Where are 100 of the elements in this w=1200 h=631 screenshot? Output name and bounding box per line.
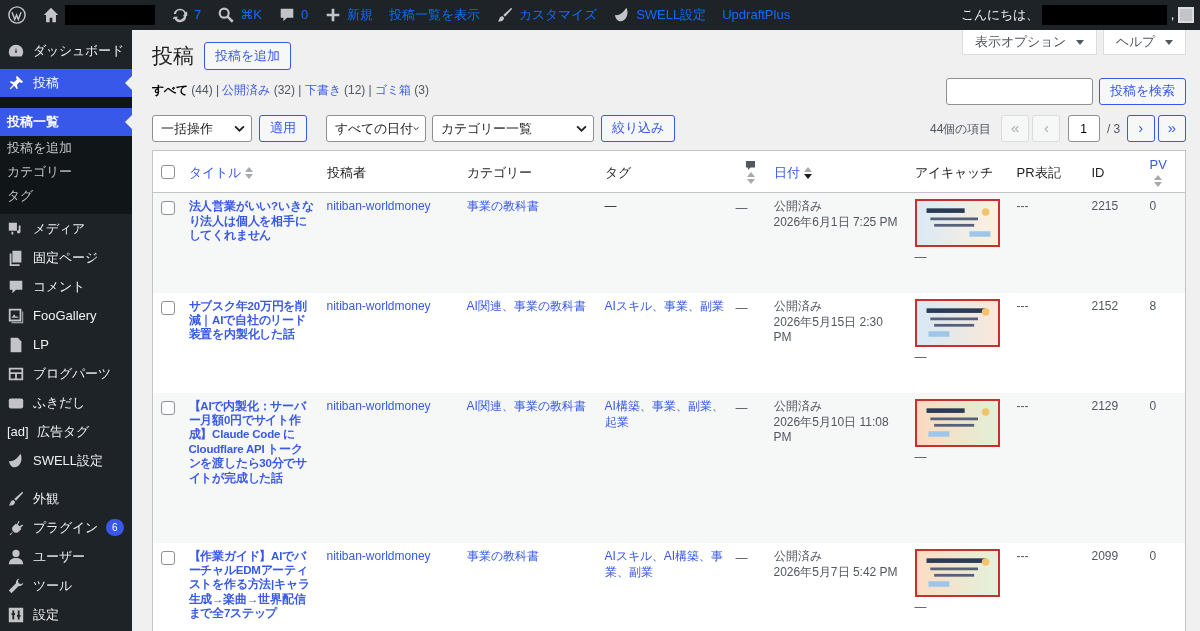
avatar[interactable] xyxy=(1177,7,1194,23)
menu-item[interactable]: ブログパーツ xyxy=(0,359,132,388)
filter-button[interactable]: 絞り込み xyxy=(600,115,675,142)
post-title-link[interactable]: サブスク年20万円を削減｜AIで自社のリード装置を内製化した話 xyxy=(188,298,315,342)
submenu-item[interactable]: 投稿一覧 xyxy=(0,108,132,136)
search-posts-button[interactable]: 投稿を検索 xyxy=(1099,78,1186,105)
category-link[interactable]: 事業の教科書 xyxy=(466,548,593,565)
author-link[interactable]: nitiban-worldmoney xyxy=(326,298,455,315)
status-filter-link[interactable]: 下書き (12) xyxy=(304,81,366,100)
column-header: タグ xyxy=(604,164,631,180)
toolbar-link[interactable]: 7 xyxy=(163,0,210,30)
table-cell-text: 0 xyxy=(1149,548,1158,565)
table-cell-text: — xyxy=(914,449,928,466)
toolbar-link[interactable]: 新規 xyxy=(316,0,382,30)
category-filter-select[interactable]: カテゴリー一覧 xyxy=(432,115,594,142)
column-header[interactable]: タイトル xyxy=(188,164,241,180)
total-pages: / 3 xyxy=(1106,120,1121,138)
count-badge: 6 xyxy=(106,519,124,536)
menu-item[interactable]: ダッシュボード xyxy=(0,36,132,65)
menu-item[interactable]: 設定 xyxy=(0,600,132,629)
help-tab[interactable]: ヘルプ xyxy=(1103,30,1186,55)
table-cell-text: --- xyxy=(1016,298,1030,315)
date-text: 2026年5月10日 11:08 PM xyxy=(773,414,890,447)
menu-item[interactable]: メディア xyxy=(0,214,132,243)
tag-link[interactable]: AIスキル、事業、副業 xyxy=(604,298,732,315)
table-cell-text: — xyxy=(604,199,618,215)
add-post-button[interactable]: 投稿を追加 xyxy=(203,42,291,70)
menu-item[interactable]: 投稿 xyxy=(0,69,132,97)
table-cell-text: --- xyxy=(1016,199,1030,215)
next-page-button[interactable]: › xyxy=(1126,115,1155,142)
row-checkbox[interactable] xyxy=(161,300,175,315)
menu-item[interactable]: ユーザー xyxy=(0,542,132,571)
table-cell-text: — xyxy=(914,599,928,616)
toolbar-link[interactable]: ⌘K xyxy=(209,0,270,30)
separator: | xyxy=(368,82,372,100)
table-cell-text: — xyxy=(914,349,928,366)
wrench-icon xyxy=(7,576,25,595)
author-link[interactable]: nitiban-worldmoney xyxy=(326,548,455,565)
brush-icon xyxy=(496,6,515,24)
table-cell-text: — xyxy=(735,400,749,417)
menu-item[interactable]: 外観 xyxy=(0,484,132,513)
menu-item[interactable]: プラグイン 6 xyxy=(0,513,132,542)
separator: | xyxy=(215,82,220,100)
page-title: 投稿 xyxy=(152,43,194,69)
gallery-icon xyxy=(7,306,25,325)
menu-item[interactable]: [ad] 広告タグ xyxy=(0,417,132,446)
tag-link[interactable]: AI構築、事業、副業、起業 xyxy=(604,398,732,431)
menu-item[interactable]: ツール xyxy=(0,571,132,600)
row-checkbox[interactable] xyxy=(161,201,175,216)
menu-item[interactable]: ふきだし xyxy=(0,388,132,417)
toolbar-link[interactable]: 0 xyxy=(269,0,317,30)
column-header[interactable]: 日付 xyxy=(773,164,800,180)
status-text: 公開済み xyxy=(773,199,823,215)
table-cell-text: — xyxy=(735,550,749,567)
status-text: 公開済み xyxy=(773,298,823,315)
status-filter-link[interactable]: 公開済み (32) xyxy=(222,81,295,100)
toolbar-link[interactable]: カスタマイズ xyxy=(488,0,606,30)
apply-button[interactable]: 適用 xyxy=(258,115,307,142)
bulk-action-select[interactable]: 一括操作 xyxy=(152,115,252,142)
author-link[interactable]: nitiban-worldmoney xyxy=(326,398,455,415)
sliders-icon xyxy=(7,605,25,624)
caret-icon xyxy=(234,125,245,132)
submenu-item[interactable]: カテゴリー xyxy=(0,160,132,184)
page-number-field[interactable]: 1 xyxy=(1067,115,1100,142)
row-checkbox[interactable] xyxy=(161,400,175,415)
date-filter-select[interactable]: すべての日付 xyxy=(325,115,426,142)
category-link[interactable]: 事業の教科書 xyxy=(466,199,593,215)
caret-icon xyxy=(412,125,419,132)
menu-item[interactable]: FooGallery xyxy=(0,301,132,330)
screen-options-tab[interactable]: 表示オプション xyxy=(961,30,1097,55)
greeting-text: , xyxy=(1170,6,1175,25)
column-header[interactable]: PV xyxy=(1149,157,1167,172)
menu-item[interactable]: 固定ページ xyxy=(0,243,132,272)
select-all-checkbox[interactable] xyxy=(161,164,175,179)
refresh-icon xyxy=(171,6,189,24)
category-link[interactable]: AI関連、事業の教科書 xyxy=(466,398,593,415)
toolbar-link[interactable]: 投稿一覧を表示 xyxy=(381,0,489,30)
status-filter-link[interactable]: すべて (44) xyxy=(152,81,213,100)
submenu-item[interactable]: タグ xyxy=(0,184,132,208)
menu-item[interactable]: SWELL設定 xyxy=(0,446,132,475)
menu-item[interactable]: コメント xyxy=(0,272,132,301)
table-cell-text: --- xyxy=(1016,398,1030,415)
last-page-button[interactable]: » xyxy=(1158,115,1186,142)
status-filter-link[interactable]: ゴミ箱 (3) xyxy=(374,81,429,100)
tag-link[interactable]: AIスキル、AI構築、事業、副業 xyxy=(604,548,732,581)
toolbar-link[interactable]: SWELL設定 xyxy=(605,0,715,30)
post-title-link[interactable]: 【作業ガイド】AIでバーチャルEDMアーティストを作る方法|キャラ生成→楽曲→世界配信まで全7ステップ xyxy=(188,548,315,621)
user-icon xyxy=(7,547,25,566)
toolbar-link[interactable]: UpdraftPlus xyxy=(714,0,799,30)
search-field[interactable] xyxy=(945,78,1093,105)
category-link[interactable]: AI関連、事業の教科書 xyxy=(466,298,593,315)
search-icon xyxy=(217,6,236,24)
row-checkbox[interactable] xyxy=(161,550,175,565)
menu-item[interactable]: LP xyxy=(0,330,132,359)
submenu-item[interactable]: 投稿を追加 xyxy=(0,136,132,160)
greeting-text: こんにちは、 xyxy=(961,6,1040,25)
caret-icon xyxy=(576,125,587,132)
date-text: 2026年5月7日 5:42 PM xyxy=(773,564,899,581)
author-link[interactable]: nitiban-worldmoney xyxy=(326,199,455,215)
brush-icon xyxy=(7,489,25,508)
